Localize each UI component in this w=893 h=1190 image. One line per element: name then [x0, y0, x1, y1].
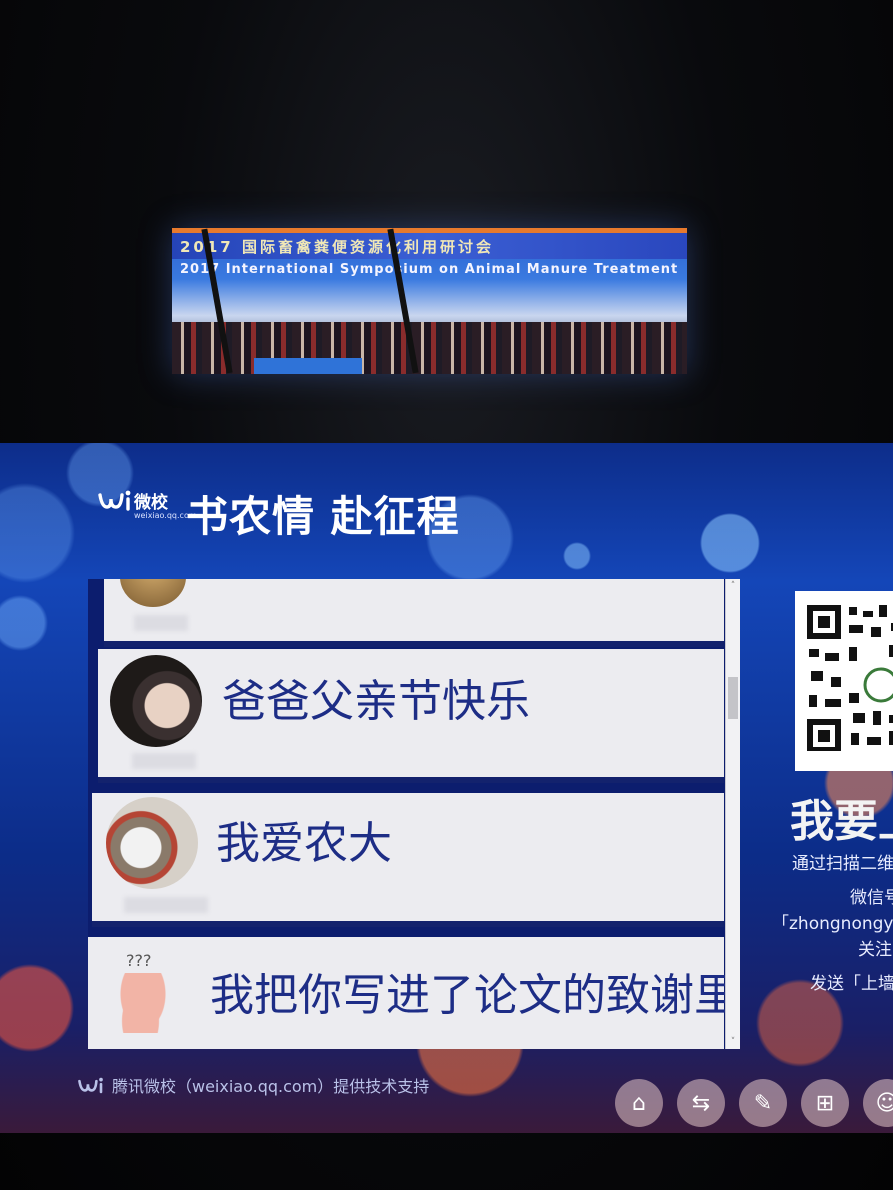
message-card: ??? 我把你写进了论文的致谢里 [88, 937, 738, 1049]
banner-crowd [172, 322, 687, 374]
instruction-line-3: 「zhongnongy [772, 914, 893, 934]
message-text: 我爱农大 [216, 818, 392, 869]
user-avatar [120, 579, 186, 607]
banner-title-en: 2017 International Symposium on Animal M… [180, 262, 683, 277]
user-avatar [106, 797, 198, 889]
user-icon[interactable]: ☺ [863, 1079, 893, 1127]
stage-banner: 2017 国际畜禽粪便资源化利用研讨会 2017 International S… [172, 228, 687, 374]
user-avatar [110, 655, 202, 747]
message-wall-screen: 微校 weixiao.qq.com 书农情 赴征程 爸爸父亲节快乐 我爱农大 ?… [0, 443, 893, 1133]
toolbar: ⌂ ⇆ ✎ ⊞ ☺ [615, 1079, 893, 1127]
weixiao-logo-icon [98, 487, 132, 513]
message-text: 爸爸父亲节快乐 [222, 676, 530, 727]
dinosaur-icon [118, 973, 168, 1033]
instruction-line-1: 通过扫描二维 [792, 854, 893, 874]
message-card [104, 579, 724, 647]
shake-icon[interactable]: ⇆ [677, 1079, 725, 1127]
message-scrollbar[interactable]: ˄ ˅ [725, 579, 740, 1049]
footer-text: 腾讯微校（weixiao.qq.com）提供技术支持 [112, 1077, 430, 1096]
join-wall-title: 我要上 [790, 796, 893, 847]
banner-title-cn: 2017 国际畜禽粪便资源化利用研讨会 [180, 238, 494, 256]
user-name-blurred [124, 897, 208, 913]
page-title: 书农情 赴征程 [186, 492, 460, 541]
scroll-up-icon[interactable]: ˄ [728, 581, 738, 591]
edit-icon[interactable]: ✎ [739, 1079, 787, 1127]
question-marks: ??? [126, 951, 152, 970]
logo-text: 微校 [134, 492, 168, 513]
scrollbar-thumb[interactable] [728, 677, 738, 719]
instruction-line-4: 关注 [858, 940, 892, 960]
message-text: 我把你写进了论文的致谢里 [210, 970, 738, 1021]
user-avatar: ??? [102, 951, 192, 1043]
banner-podium [254, 358, 362, 374]
user-name-blurred [132, 753, 196, 769]
user-name-blurred [134, 615, 188, 631]
message-card: 我爱农大 [92, 793, 724, 927]
qr-code [795, 591, 893, 771]
footer-credit: 腾讯微校（weixiao.qq.com）提供技术支持 [76, 1073, 429, 1097]
qr-code-icon [807, 605, 893, 751]
weixiao-footer-icon [78, 1077, 103, 1094]
message-list[interactable]: 爸爸父亲节快乐 我爱农大 ??? 我把你写进了论文的致谢里 ˄ ˅ [88, 579, 740, 1049]
scroll-down-icon[interactable]: ˅ [728, 1037, 738, 1047]
gift-icon[interactable]: ⊞ [801, 1079, 849, 1127]
instruction-line-2: 微信号 [850, 888, 893, 908]
weixiao-logo: 微校 weixiao.qq.com [98, 487, 197, 520]
instruction-line-5: 发送「上墙 [810, 974, 893, 994]
message-card: 爸爸父亲节快乐 [98, 649, 724, 783]
home-icon[interactable]: ⌂ [615, 1079, 663, 1127]
